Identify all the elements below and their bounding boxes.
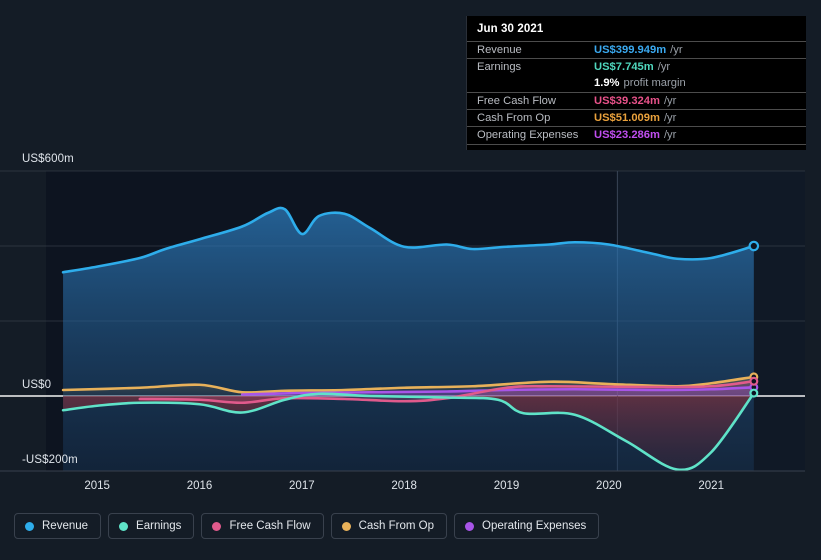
tooltip-row-unit: /yr [663,95,677,107]
legend-item-operating-expenses[interactable]: Operating Expenses [454,513,600,539]
tooltip-row-label: Earnings [477,61,522,73]
tooltip-row-label: Revenue [477,44,522,56]
tooltip-row: Earnings US$7.745m/yr [467,58,806,75]
legend-item-earnings[interactable]: Earnings [108,513,195,539]
series-endpoint-free-cash-flow [749,376,759,386]
tooltip-row-value: US$39.324m [594,95,660,107]
y-axis-label-neg200m: -US$200m [22,454,78,466]
series-endpoint-revenue [748,240,760,252]
tooltip-row-value: 1.9% [594,77,620,89]
legend-swatch-icon [212,521,222,531]
legend-swatch-icon [119,521,129,531]
tooltip-rows: Revenue US$399.949m/yr Earnings US$7.745m/y… [467,41,806,143]
legend-item-label: Operating Expenses [482,520,587,532]
tooltip-bottom-divider [467,144,806,145]
tooltip-row-value: US$399.949m [594,44,667,56]
tooltip-date: Jun 30 2021 [477,23,544,35]
tooltip-row-unit: /yr [663,129,677,141]
tooltip-row-value: US$7.745m [594,61,654,73]
legend-item-label: Free Cash Flow [229,520,311,532]
x-axis-tick-2021: 2021 [698,480,724,492]
tooltip-row-unit: /yr [663,112,677,124]
legend-item-label: Cash From Op [358,520,435,532]
y-axis-label-600m: US$600m [22,153,74,165]
x-axis-tick-2019: 2019 [493,480,520,492]
y-axis-label-zero: US$0 [22,379,52,391]
legend-swatch-icon [341,521,351,531]
legend-item-free-cash-flow[interactable]: Free Cash Flow [201,513,324,539]
legend-swatch-icon [25,521,34,531]
series-endpoint-earnings [749,388,759,398]
legend-swatch-icon [465,521,475,531]
tooltip-row-label: Operating Expenses [477,129,579,141]
legend-item-label: Revenue [42,520,89,532]
tooltip-row-unit: profit margin [623,77,686,89]
tooltip-row-label: Free Cash Flow [477,95,556,107]
tooltip-row-value: US$23.286m [594,129,660,141]
tooltip-row: 1.9% profit margin [467,75,806,92]
financial-performance-chart: US$600m US$0 -US$200m 2015 2016 2017 2018 20… [0,0,821,560]
tooltip-row-unit: /yr [657,61,671,73]
tooltip-row-label: Cash From Op [477,112,551,124]
tooltip-row-value: US$51.009m [594,112,660,124]
tooltip-row-unit: /yr [670,44,683,56]
tooltip-row: Cash From Op US$51.009m/yr [467,109,806,126]
x-axis-tick-2016: 2016 [186,480,213,492]
data-tooltip: Jun 30 2021 Revenue US$399.949m/yr Earning… [466,16,806,150]
x-axis-tick-2015: 2015 [84,480,110,492]
x-axis-tick-2018: 2018 [391,480,417,492]
legend-item-revenue[interactable]: Revenue [14,513,102,539]
x-axis-tick-2017: 2017 [289,480,315,492]
tooltip-row: Operating Expenses US$23.286m/yr [467,126,806,143]
tooltip-row: Revenue US$399.949m/yr [467,41,806,58]
x-axis-tick-2020: 2020 [596,480,622,492]
legend-item-cash-from-op[interactable]: Cash From Op [330,513,448,539]
tooltip-row: Free Cash Flow US$39.324m/yr [467,92,806,109]
legend-item-label: Earnings [136,520,182,532]
chart-legend: Revenue Earnings Free Cash Flow Cash From O… [14,513,600,539]
